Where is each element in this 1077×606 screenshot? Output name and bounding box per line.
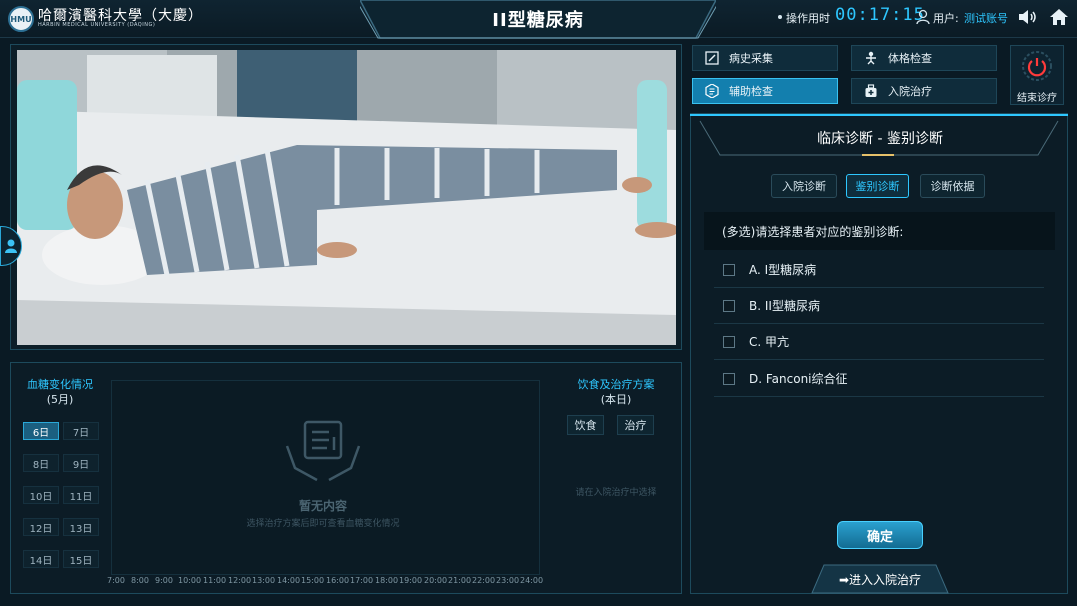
day-button[interactable]: 8日 — [23, 454, 59, 472]
option-row[interactable]: A. I型糖尿病 — [714, 252, 1044, 288]
day-button[interactable]: 7日 — [63, 422, 99, 440]
empty-state-hint: 选择治疗方案后即可查看血糖变化情况 — [246, 519, 400, 529]
sound-icon[interactable] — [1018, 9, 1038, 25]
university-name-en: HARBIN MEDICAL UNIVERSITY (DAQING) — [38, 22, 156, 28]
physical-exam-icon — [864, 51, 878, 65]
option-row[interactable]: B. II型糖尿病 — [714, 288, 1044, 324]
history-collection-button[interactable]: 病史采集 — [692, 45, 838, 71]
tab-diagnosis-basis[interactable]: 诊断依据 — [920, 174, 985, 198]
option-label: A. I型糖尿病 — [749, 263, 817, 277]
checkbox[interactable] — [723, 335, 735, 348]
option-label: C. 甲亢 — [749, 335, 790, 349]
hour-label: 19:00 — [399, 576, 423, 585]
checkbox[interactable] — [723, 299, 735, 312]
patient-scene[interactable] — [17, 50, 676, 345]
hour-label: 17:00 — [350, 576, 374, 585]
hour-label: 20:00 — [424, 576, 448, 585]
document-icon — [705, 84, 719, 98]
operation-timer: 00:17:15 — [835, 5, 925, 25]
edit-icon — [705, 51, 719, 65]
hour-label: 8:00 — [131, 576, 149, 585]
empty-state-title: 暂无内容 — [298, 499, 347, 513]
hour-label: 16:00 — [326, 576, 350, 585]
diet-plan-sub: (本日) — [600, 393, 632, 406]
diet-hint: 请在入院治疗中选择 — [575, 488, 657, 498]
checkbox[interactable] — [723, 372, 735, 385]
hour-label: 18:00 — [375, 576, 399, 585]
person-icon — [5, 239, 17, 253]
hour-label: 14:00 — [277, 576, 301, 585]
enter-admission-treatment-button[interactable]: ➡进入入院治疗 — [820, 565, 940, 593]
page-title: II型糖尿病 — [492, 10, 584, 31]
option-row[interactable]: C. 甲亢 — [714, 324, 1044, 360]
day-button[interactable]: 10日 — [23, 486, 59, 504]
treatment-button[interactable]: 治疗 — [617, 415, 654, 435]
status-dot-icon — [778, 15, 782, 19]
day-button[interactable]: 14日 — [23, 550, 59, 568]
day-button[interactable]: 9日 — [63, 454, 99, 472]
admission-treatment-button[interactable]: 入院治疗 — [851, 78, 997, 104]
hour-label: 21:00 — [448, 576, 472, 585]
university-logo-icon: HMU — [8, 6, 34, 32]
checkbox[interactable] — [723, 263, 735, 276]
menu-label: 体格检查 — [888, 52, 932, 65]
hour-label: 12:00 — [228, 576, 252, 585]
menu-label: 入院治疗 — [888, 85, 932, 98]
blood-sugar-month: (5月) — [46, 393, 74, 406]
hour-label: 10:00 — [178, 576, 202, 585]
power-icon — [1022, 51, 1052, 81]
diet-button[interactable]: 饮食 — [567, 415, 604, 435]
section-title: 临床诊断 - 鉴别诊断 — [817, 131, 943, 147]
hour-label: 9:00 — [155, 576, 173, 585]
day-button[interactable]: 15日 — [63, 550, 99, 568]
hour-label: 15:00 — [301, 576, 325, 585]
day-button[interactable]: 6日 — [23, 422, 59, 440]
physical-exam-button[interactable]: 体格检查 — [851, 45, 997, 71]
confirm-button[interactable]: 确定 — [837, 521, 923, 549]
day-button[interactable]: 11日 — [63, 486, 99, 504]
blood-sugar-title: 血糖变化情况 — [27, 378, 93, 391]
diet-plan-title: 饮食及治疗方案 — [577, 378, 655, 391]
operation-time-label: 操作用时 — [786, 12, 830, 25]
day-button[interactable]: 13日 — [63, 518, 99, 536]
auxiliary-exam-button[interactable]: 辅助检查 — [692, 78, 838, 104]
medicine-bag-icon — [864, 84, 878, 98]
hour-label: 22:00 — [472, 576, 496, 585]
hour-label: 23:00 — [496, 576, 520, 585]
end-treatment-label: 结束诊疗 — [1017, 93, 1057, 104]
option-label: B. II型糖尿病 — [749, 299, 820, 313]
empty-document-icon — [285, 420, 361, 482]
option-row[interactable]: D. Fanconi综合征 — [714, 361, 1044, 397]
user-label: 用户: — [933, 12, 959, 25]
home-icon[interactable] — [1049, 8, 1069, 26]
option-label: D. Fanconi综合征 — [749, 372, 848, 386]
menu-label: 病史采集 — [729, 52, 773, 65]
tab-differential-diagnosis[interactable]: 鉴别诊断 — [846, 174, 909, 198]
user-icon — [916, 9, 930, 25]
hour-label: 7:00 — [107, 576, 125, 585]
hour-label: 11:00 — [203, 576, 227, 585]
question-text: (多选)请选择患者对应的鉴别诊断: — [704, 212, 1055, 250]
day-button[interactable]: 12日 — [23, 518, 59, 536]
tab-admission-diagnosis[interactable]: 入院诊断 — [771, 174, 837, 198]
user-name[interactable]: 测试账号 — [964, 10, 1008, 26]
menu-label: 辅助检查 — [729, 85, 773, 98]
hour-label: 13:00 — [252, 576, 276, 585]
hour-label: 24:00 — [520, 576, 544, 585]
